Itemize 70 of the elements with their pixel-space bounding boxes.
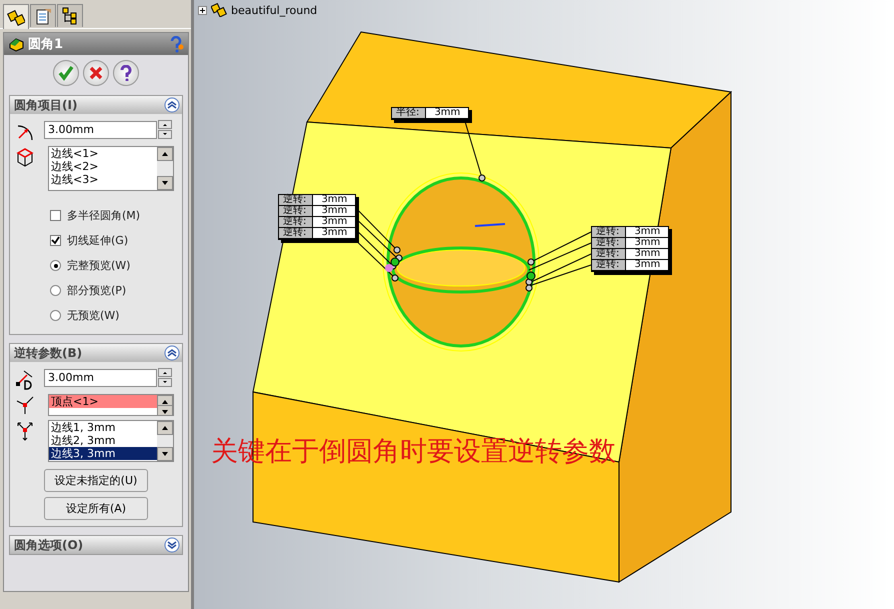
close-icon [89,66,103,80]
section-title: 逆转参数(B) [14,344,82,362]
option-label: 无预览(W) [67,308,120,323]
callout-value: 3mm [426,108,468,119]
list-item[interactable]: 边线<3> [49,173,157,186]
collapse-icon[interactable] [164,97,180,113]
feature-tree-tab[interactable] [3,4,29,29]
callout-value: 3mm [626,260,668,271]
callout-value: 3mm [313,228,356,239]
spin-up-button[interactable] [158,368,172,377]
property-tab[interactable] [30,4,56,27]
config-icon [61,7,79,25]
scroll-up-button[interactable] [157,395,173,405]
cancel-button[interactable] [83,60,109,86]
feature-icon [7,8,25,26]
checkbox[interactable] [50,235,61,246]
option-label: 部分预览(P) [67,283,126,298]
callout-value: 3mm [626,249,668,260]
scroll-down-button[interactable] [157,405,173,415]
cube-edges-icon [14,146,36,168]
scroll-down-button[interactable] [157,176,173,190]
callout-value: 3mm [626,238,668,249]
expand-icon[interactable] [164,537,180,553]
list-item[interactable]: 边线2, 3mm [49,434,157,447]
radio-button[interactable] [50,310,61,321]
spin-down-button[interactable] [158,130,172,139]
ok-button[interactable] [53,60,79,86]
spin-down-button[interactable] [158,378,172,387]
callout-value: 3mm [313,195,356,206]
radio-button[interactable] [50,285,61,296]
tree-item[interactable]: beautiful_round [231,4,318,16]
value-field[interactable]: 3.00mm [44,120,157,138]
radio-button[interactable] [50,260,61,271]
spin-up-button[interactable] [158,120,172,129]
section-title: 圆角项目(I) [14,96,78,114]
option-label: 完整预览(W) [67,258,130,273]
selection-list[interactable]: 边线<1> 边线<2> 边线<3> [48,146,174,191]
configuration-tab[interactable] [57,4,83,27]
section-title: 圆角选项(O) [14,536,84,554]
scroll-down-button[interactable] [157,447,173,461]
check-icon [51,236,60,245]
value-field[interactable]: 3.00mm [44,368,157,386]
list-item[interactable]: 顶点<1> [49,395,157,408]
help-icon [168,36,184,52]
callout-value: 3mm [313,206,356,217]
callout-value: 3mm [313,217,356,228]
selection-list[interactable]: 边线1, 3mm 边线2, 3mm 边线3, 3mm [48,420,174,462]
collapse-icon[interactable] [164,345,180,361]
panel-title: 圆角1 [28,36,64,53]
help-button[interactable] [113,60,139,86]
list-item[interactable]: 边线<1> [49,147,157,160]
part-icon [211,3,227,17]
checkbox[interactable] [50,210,61,221]
expand-icon[interactable] [198,6,207,14]
set-button[interactable]: 设定所有(A) [44,497,148,520]
option-label: 多半径圆角(M) [67,208,140,223]
list-item[interactable]: 边线3, 3mm [49,447,157,460]
selection-list[interactable]: 顶点<1> [48,394,174,416]
list-item[interactable]: 边线1, 3mm [49,421,157,434]
list-item[interactable]: 边线<2> [49,160,157,173]
property-icon [34,7,52,25]
scroll-up-button[interactable] [157,147,173,161]
scroll-up-button[interactable] [157,421,173,435]
vertex-icon [14,394,36,416]
set-button[interactable]: 设定未指定的(U) [44,469,148,492]
option-label: 切线延伸(G) [67,233,128,248]
question-icon [120,65,132,81]
fillet-feature-icon [8,36,24,52]
callout-value: 3mm [626,227,668,238]
check-icon [58,65,74,81]
